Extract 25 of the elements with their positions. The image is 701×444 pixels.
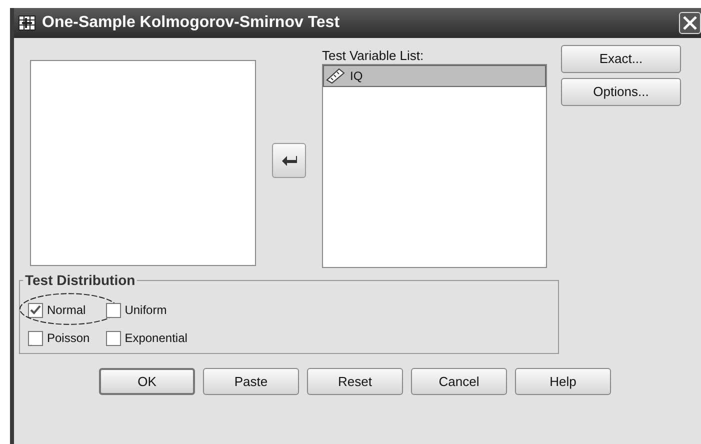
checkbox-label[interactable]: Normal: [47, 301, 86, 319]
dialog-button[interactable]: Reset: [307, 368, 403, 395]
checkbox[interactable]: [106, 330, 121, 346]
arrow-icon: [281, 154, 297, 166]
list-label: Test Variable List:: [322, 48, 425, 64]
dialog-button[interactable]: OK: [99, 368, 195, 395]
ruler-icon: [326, 68, 346, 84]
dialog-button[interactable]: Exact...: [561, 45, 681, 73]
checkbox[interactable]: [28, 330, 43, 346]
test-variable-list[interactable]: IQ: [322, 64, 547, 268]
app-icon: [18, 15, 36, 31]
close-icon: [682, 15, 698, 31]
checkbox-label[interactable]: Poisson: [47, 329, 90, 347]
variable-item[interactable]: IQ: [323, 65, 546, 87]
window-title: One-Sample Kolmogorov-Smirnov Test: [42, 13, 341, 33]
dialog-button[interactable]: Cancel: [411, 368, 507, 395]
dialog-button[interactable]: Options...: [561, 78, 681, 106]
dialog-button[interactable]: Paste: [203, 368, 299, 395]
close-button[interactable]: [679, 12, 701, 34]
dialog-button[interactable]: Help: [515, 368, 611, 395]
checkbox-label[interactable]: Exponential: [124, 329, 188, 347]
checkbox[interactable]: [28, 302, 43, 318]
checkbox-label[interactable]: Uniform: [124, 301, 167, 319]
move-button[interactable]: [272, 143, 306, 178]
checkbox[interactable]: [106, 302, 121, 318]
